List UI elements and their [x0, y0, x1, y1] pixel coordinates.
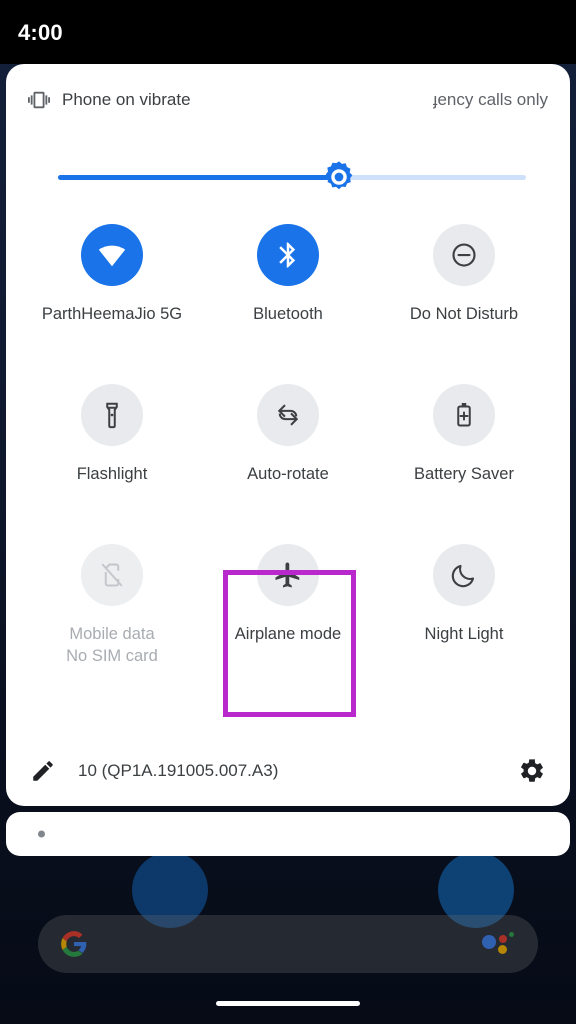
tile-bluetooth[interactable]: Bluetooth — [200, 216, 376, 376]
do-not-disturb-icon — [452, 243, 476, 267]
page-indicator-dot — [38, 830, 45, 838]
tile-night-light[interactable]: Night Light — [376, 536, 552, 696]
tile-icon-background — [81, 544, 143, 606]
auto-rotate-icon — [277, 404, 299, 426]
tile-label: Do Not Disturb — [409, 305, 519, 323]
no-sim-icon — [101, 563, 123, 587]
app-icon-row — [0, 852, 576, 928]
tile-icon-background — [433, 384, 495, 446]
tile-icon-background — [433, 544, 495, 606]
tile-row: Flashlight Auto-rotate Battery Saver — [24, 376, 552, 536]
tile-wifi[interactable]: ParthHeemaJio 5G — [24, 216, 200, 376]
vibrate-icon — [28, 91, 50, 109]
notification-strip[interactable] — [6, 812, 570, 856]
ringer-status[interactable]: Phone on vibrate — [28, 89, 191, 111]
tile-label: Flashlight — [76, 465, 148, 483]
google-search-bar[interactable] — [38, 915, 538, 973]
quick-settings-header: Phone on vibrate ɟency calls only — [6, 64, 570, 136]
carrier-status-label: ɟency calls only — [432, 90, 548, 109]
tile-label: Night Light — [424, 625, 504, 643]
tile-label: Auto-rotate — [247, 465, 329, 483]
quick-settings-footer: 10 (QP1A.191005.007.A3) — [6, 736, 570, 806]
tile-flashlight[interactable]: Flashlight — [24, 376, 200, 536]
bluetooth-icon — [279, 242, 296, 268]
ringer-status-label: Phone on vibrate — [62, 90, 191, 109]
tile-icon-background — [257, 384, 319, 446]
google-assistant-icon[interactable] — [482, 931, 516, 957]
tile-icon-background — [257, 544, 319, 606]
brightness-slider[interactable] — [58, 160, 526, 194]
tile-icon-background — [257, 224, 319, 286]
brightness-sun-icon — [325, 161, 353, 190]
tile-auto-rotate[interactable]: Auto-rotate — [200, 376, 376, 536]
airplane-icon — [275, 562, 300, 588]
pencil-edit-icon[interactable] — [30, 758, 56, 784]
phone-screen: Phone on vibrate ɟency calls only ParthH… — [0, 0, 576, 1024]
quick-settings-tile-grid: ParthHeemaJio 5G Bluetooth Do Not Distur… — [6, 216, 570, 696]
wifi-icon — [98, 245, 126, 267]
night-light-moon-icon — [451, 564, 475, 588]
tile-label: Airplane mode — [234, 625, 342, 643]
tile-row: ParthHeemaJio 5G Bluetooth Do Not Distur… — [24, 216, 552, 376]
home-gesture-bar[interactable] — [216, 1001, 360, 1006]
gear-icon[interactable] — [518, 757, 546, 785]
status-bar-clock: 4:00 — [18, 20, 63, 45]
tile-airplane-mode[interactable]: Airplane mode — [200, 536, 376, 696]
status-bar: 4:00 — [0, 0, 576, 64]
tile-label: ParthHeemaJio 5G — [41, 305, 183, 323]
tile-icon-background — [81, 384, 143, 446]
brightness-thumb[interactable] — [322, 160, 356, 194]
tile-icon-background — [433, 224, 495, 286]
tile-label: Bluetooth — [253, 305, 323, 323]
tile-do-not-disturb[interactable]: Do Not Disturb — [376, 216, 552, 376]
tile-icon-background — [81, 224, 143, 286]
google-g-icon — [61, 931, 87, 957]
battery-saver-icon — [457, 403, 471, 427]
tile-sublabel: No SIM card — [66, 646, 158, 665]
tile-mobile-data[interactable]: Mobile data No SIM card — [24, 536, 200, 696]
build-version-label: 10 (QP1A.191005.007.A3) — [78, 761, 279, 780]
tile-label: Mobile data — [69, 625, 155, 643]
tile-label: Battery Saver — [414, 465, 514, 483]
quick-settings-panel: Phone on vibrate ɟency calls only ParthH… — [6, 64, 570, 806]
tile-row: Mobile data No SIM card Airplane mode Ni… — [24, 536, 552, 696]
brightness-fill — [58, 175, 339, 180]
flashlight-icon — [106, 402, 118, 429]
tile-battery-saver[interactable]: Battery Saver — [376, 376, 552, 536]
